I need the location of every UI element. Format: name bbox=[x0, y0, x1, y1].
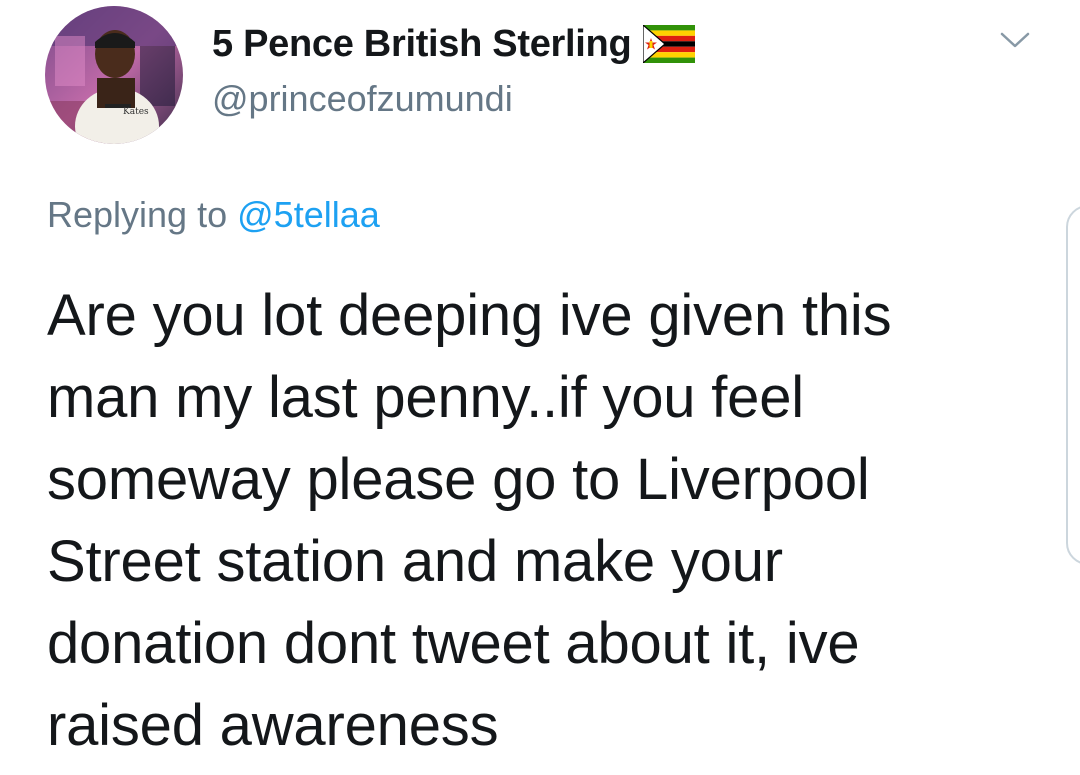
tweet-text-line: someway please go to Liverpool bbox=[47, 447, 870, 512]
reply-mention-link[interactable]: @5tellaa bbox=[237, 194, 380, 235]
zimbabwe-flag-icon bbox=[642, 23, 696, 65]
reply-prefix: Replying to bbox=[47, 194, 228, 235]
profile-photo-icon: Kates bbox=[45, 6, 183, 144]
author-name-row: 5 Pence British Sterling bbox=[212, 22, 696, 66]
reply-context: Replying to @5tellaa bbox=[47, 194, 380, 236]
tweet-card: Kates 5 Pence British Sterling @princeof… bbox=[0, 0, 1080, 775]
side-panel-edge bbox=[1066, 205, 1080, 565]
avatar[interactable]: Kates bbox=[45, 6, 183, 144]
tweet-text: Are you lot deeping ive given this man m… bbox=[47, 275, 1007, 767]
chevron-down-icon[interactable] bbox=[998, 28, 1032, 52]
tweet-text-line: man my last penny..if you feel bbox=[47, 365, 804, 430]
svg-text:Kates: Kates bbox=[123, 107, 149, 117]
tweet-text-line: raised awareness bbox=[47, 693, 499, 758]
author-display-name[interactable]: 5 Pence British Sterling bbox=[212, 23, 632, 66]
tweet-text-line: Street station and make your bbox=[47, 529, 783, 594]
tweet-text-line: Are you lot deeping ive given this bbox=[47, 283, 892, 348]
tweet-text-line: donation dont tweet about it, ive bbox=[47, 611, 860, 676]
author-username[interactable]: @princeofzumundi bbox=[212, 78, 513, 120]
